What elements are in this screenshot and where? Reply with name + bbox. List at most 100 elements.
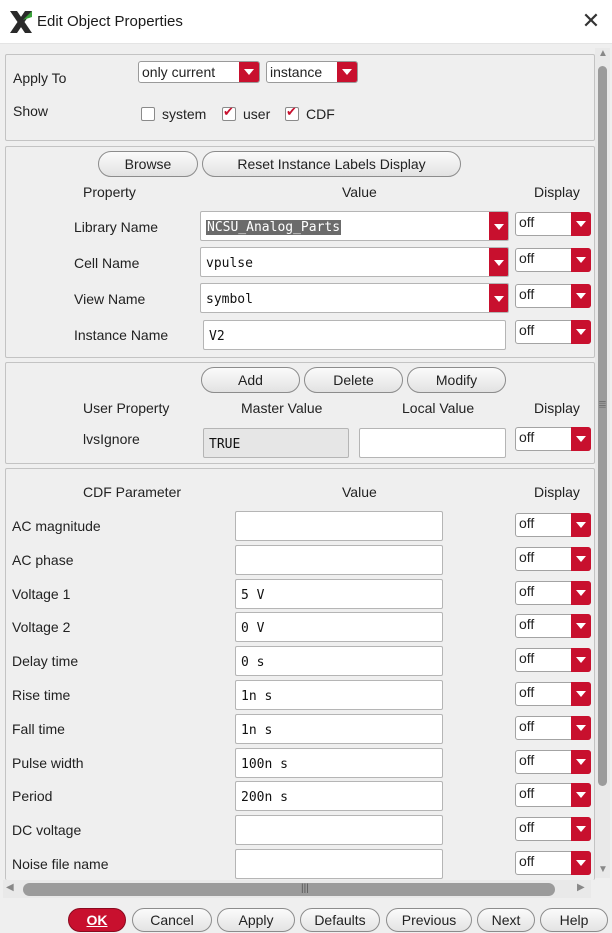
view-name-label: View Name: [74, 291, 146, 307]
lvsignore-label: lvsIgnore: [83, 431, 140, 447]
defaults-button[interactable]: Defaults: [300, 908, 380, 932]
apply-button[interactable]: Apply: [217, 908, 295, 932]
ac-phase-field[interactable]: [235, 545, 443, 575]
chevron-down-icon: [337, 62, 357, 82]
cdf-checkbox-label: CDF: [306, 106, 335, 122]
delete-button[interactable]: Delete: [304, 367, 403, 393]
user-checkbox[interactable]: [222, 105, 236, 121]
chevron-down-icon: [571, 581, 591, 605]
chevron-down-icon: [571, 547, 591, 571]
chevron-down-icon: [571, 851, 591, 875]
chevron-down-icon: [571, 817, 591, 841]
scroll-left-icon[interactable]: ◀: [6, 882, 14, 893]
scroll-right-icon[interactable]: ▶: [577, 882, 585, 893]
title-bar: Edit Object Properties ✕: [0, 0, 612, 44]
scroll-down-icon[interactable]: ▼: [598, 864, 608, 875]
delay-time-display-select[interactable]: off: [515, 648, 591, 672]
user-property-panel: Add Delete Modify User Property Master V…: [5, 362, 595, 464]
noise-file-name-field[interactable]: [235, 849, 443, 879]
dc-voltage-display-select[interactable]: off: [515, 817, 591, 841]
lvsignore-display-select[interactable]: off: [515, 427, 591, 451]
ok-button[interactable]: OK: [68, 908, 126, 932]
system-checkbox-label: system: [162, 106, 207, 122]
view-name-field[interactable]: symbol: [200, 283, 509, 313]
voltage-1-display-select[interactable]: off: [515, 581, 591, 605]
close-icon[interactable]: ✕: [580, 10, 602, 32]
horizontal-scrollbar[interactable]: ◀ ||| ▶: [3, 880, 591, 898]
cadence-x-icon: [10, 11, 32, 33]
display-header: Display: [534, 400, 580, 416]
rise-time-field[interactable]: 1n s: [235, 680, 443, 710]
vertical-scrollbar[interactable]: ▲ ═ ═ ▼: [595, 48, 610, 878]
property-header: Property: [83, 184, 136, 200]
ac-phase-display-select[interactable]: off: [515, 547, 591, 571]
noise-file-name-display-select[interactable]: off: [515, 851, 591, 875]
vertical-scroll-thumb[interactable]: [598, 66, 607, 786]
cdf-panel: CDF Parameter Value Display AC magnitude…: [5, 468, 595, 880]
chevron-down-icon: [571, 513, 591, 537]
grip-icon: ═ ═: [599, 397, 606, 411]
add-button[interactable]: Add: [201, 367, 300, 393]
chevron-down-icon: [571, 284, 591, 308]
chevron-down-icon: [571, 783, 591, 807]
scroll-up-icon[interactable]: ▲: [598, 48, 608, 59]
cell-display-select[interactable]: off: [515, 248, 591, 272]
ac-magnitude-display-select[interactable]: off: [515, 513, 591, 537]
voltage-1-field[interactable]: 5 V: [235, 579, 443, 609]
view-display-select[interactable]: off: [515, 284, 591, 308]
grip-icon: |||: [301, 883, 309, 894]
chevron-down-icon: [239, 62, 259, 82]
dc-voltage-label: DC voltage: [12, 822, 82, 838]
modify-button[interactable]: Modify: [407, 367, 506, 393]
browse-button[interactable]: Browse: [98, 151, 198, 177]
delay-time-field[interactable]: 0 s: [235, 646, 443, 676]
value-header: Value: [342, 484, 377, 500]
system-checkbox[interactable]: [141, 107, 155, 121]
pulse-width-display-select[interactable]: off: [515, 750, 591, 774]
value-header: Value: [342, 184, 377, 200]
ac-magnitude-label: AC magnitude: [12, 518, 101, 534]
period-display-select[interactable]: off: [515, 783, 591, 807]
period-label: Period: [12, 788, 53, 804]
instance-display-select[interactable]: off: [515, 320, 591, 344]
display-header: Display: [534, 184, 580, 200]
chevron-down-icon: [489, 284, 508, 312]
apply-target-select[interactable]: instance: [266, 61, 358, 83]
chevron-down-icon: [489, 248, 508, 276]
chevron-down-icon: [571, 320, 591, 344]
voltage-2-field[interactable]: 0 V: [235, 612, 443, 642]
instance-name-field[interactable]: V2: [203, 320, 506, 350]
help-button[interactable]: Help: [540, 908, 608, 932]
chevron-down-icon: [571, 212, 591, 236]
apply-show-panel: Apply To only current instance Show syst…: [5, 54, 595, 141]
cell-name-label: Cell Name: [74, 255, 140, 271]
fall-time-label: Fall time: [12, 721, 65, 737]
cdf-checkbox[interactable]: [285, 105, 299, 121]
cell-name-field[interactable]: vpulse: [200, 247, 509, 277]
apply-scope-select[interactable]: only current: [138, 61, 260, 83]
period-field[interactable]: 200n s: [235, 781, 443, 811]
voltage-2-display-select[interactable]: off: [515, 614, 591, 638]
library-name-label: Library Name: [74, 219, 159, 235]
cancel-button[interactable]: Cancel: [132, 908, 212, 932]
pulse-width-field[interactable]: 100n s: [235, 748, 443, 778]
instance-name-label: Instance Name: [74, 327, 169, 343]
next-button[interactable]: Next: [477, 908, 535, 932]
previous-button[interactable]: Previous: [386, 908, 472, 932]
reset-labels-button[interactable]: Reset Instance Labels Display: [202, 151, 461, 177]
dc-voltage-field[interactable]: [235, 815, 443, 845]
library-name-field[interactable]: NCSU_Analog_Parts: [200, 211, 509, 241]
chevron-down-icon: [571, 248, 591, 272]
lvsignore-master-value: TRUE: [203, 428, 349, 458]
lvsignore-local-value[interactable]: [359, 428, 506, 458]
library-display-select[interactable]: off: [515, 212, 591, 236]
local-value-header: Local Value: [402, 400, 475, 416]
horizontal-scroll-thumb[interactable]: |||: [23, 883, 555, 896]
rise-time-display-select[interactable]: off: [515, 682, 591, 706]
fall-time-field[interactable]: 1n s: [235, 714, 443, 744]
ac-magnitude-field[interactable]: [235, 511, 443, 541]
chevron-down-icon: [571, 648, 591, 672]
fall-time-display-select[interactable]: off: [515, 716, 591, 740]
chevron-down-icon: [571, 716, 591, 740]
apply-to-label: Apply To: [13, 70, 67, 86]
